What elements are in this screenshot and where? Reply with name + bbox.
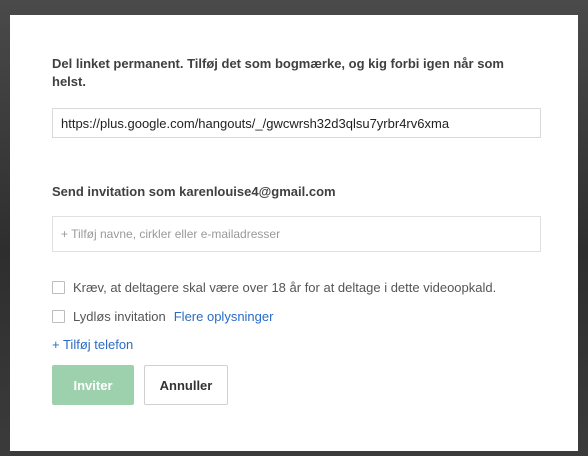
silent-invite-row: Lydløs invitation Flere oplysninger bbox=[52, 309, 533, 324]
age-restriction-row: Kræv, at deltagere skal være over 18 år … bbox=[52, 280, 533, 295]
age-restriction-checkbox[interactable] bbox=[52, 281, 65, 294]
age-restriction-label: Kræv, at deltagere skal være over 18 år … bbox=[73, 280, 497, 295]
invite-dialog: Del linket permanent. Tilføj det som bog… bbox=[10, 15, 578, 451]
add-phone-link[interactable]: + Tilføj telefon bbox=[52, 337, 533, 352]
silent-invite-label: Lydløs invitation bbox=[73, 309, 166, 324]
dialog-buttons: Inviter Annuller bbox=[52, 365, 533, 405]
silent-invite-checkbox[interactable] bbox=[52, 310, 65, 323]
cancel-button[interactable]: Annuller bbox=[144, 365, 228, 405]
share-heading: Del linket permanent. Tilføj det som bog… bbox=[52, 56, 504, 89]
invite-heading: Send invitation som karenlouise4@gmail.c… bbox=[52, 184, 336, 199]
share-url-field[interactable]: https://plus.google.com/hangouts/_/gwcwr… bbox=[52, 108, 541, 138]
more-info-link[interactable]: Flere oplysninger bbox=[174, 309, 274, 324]
invite-input[interactable]: + Tilføj navne, cirkler eller e-mailadre… bbox=[52, 216, 541, 252]
invite-button[interactable]: Inviter bbox=[52, 365, 134, 405]
